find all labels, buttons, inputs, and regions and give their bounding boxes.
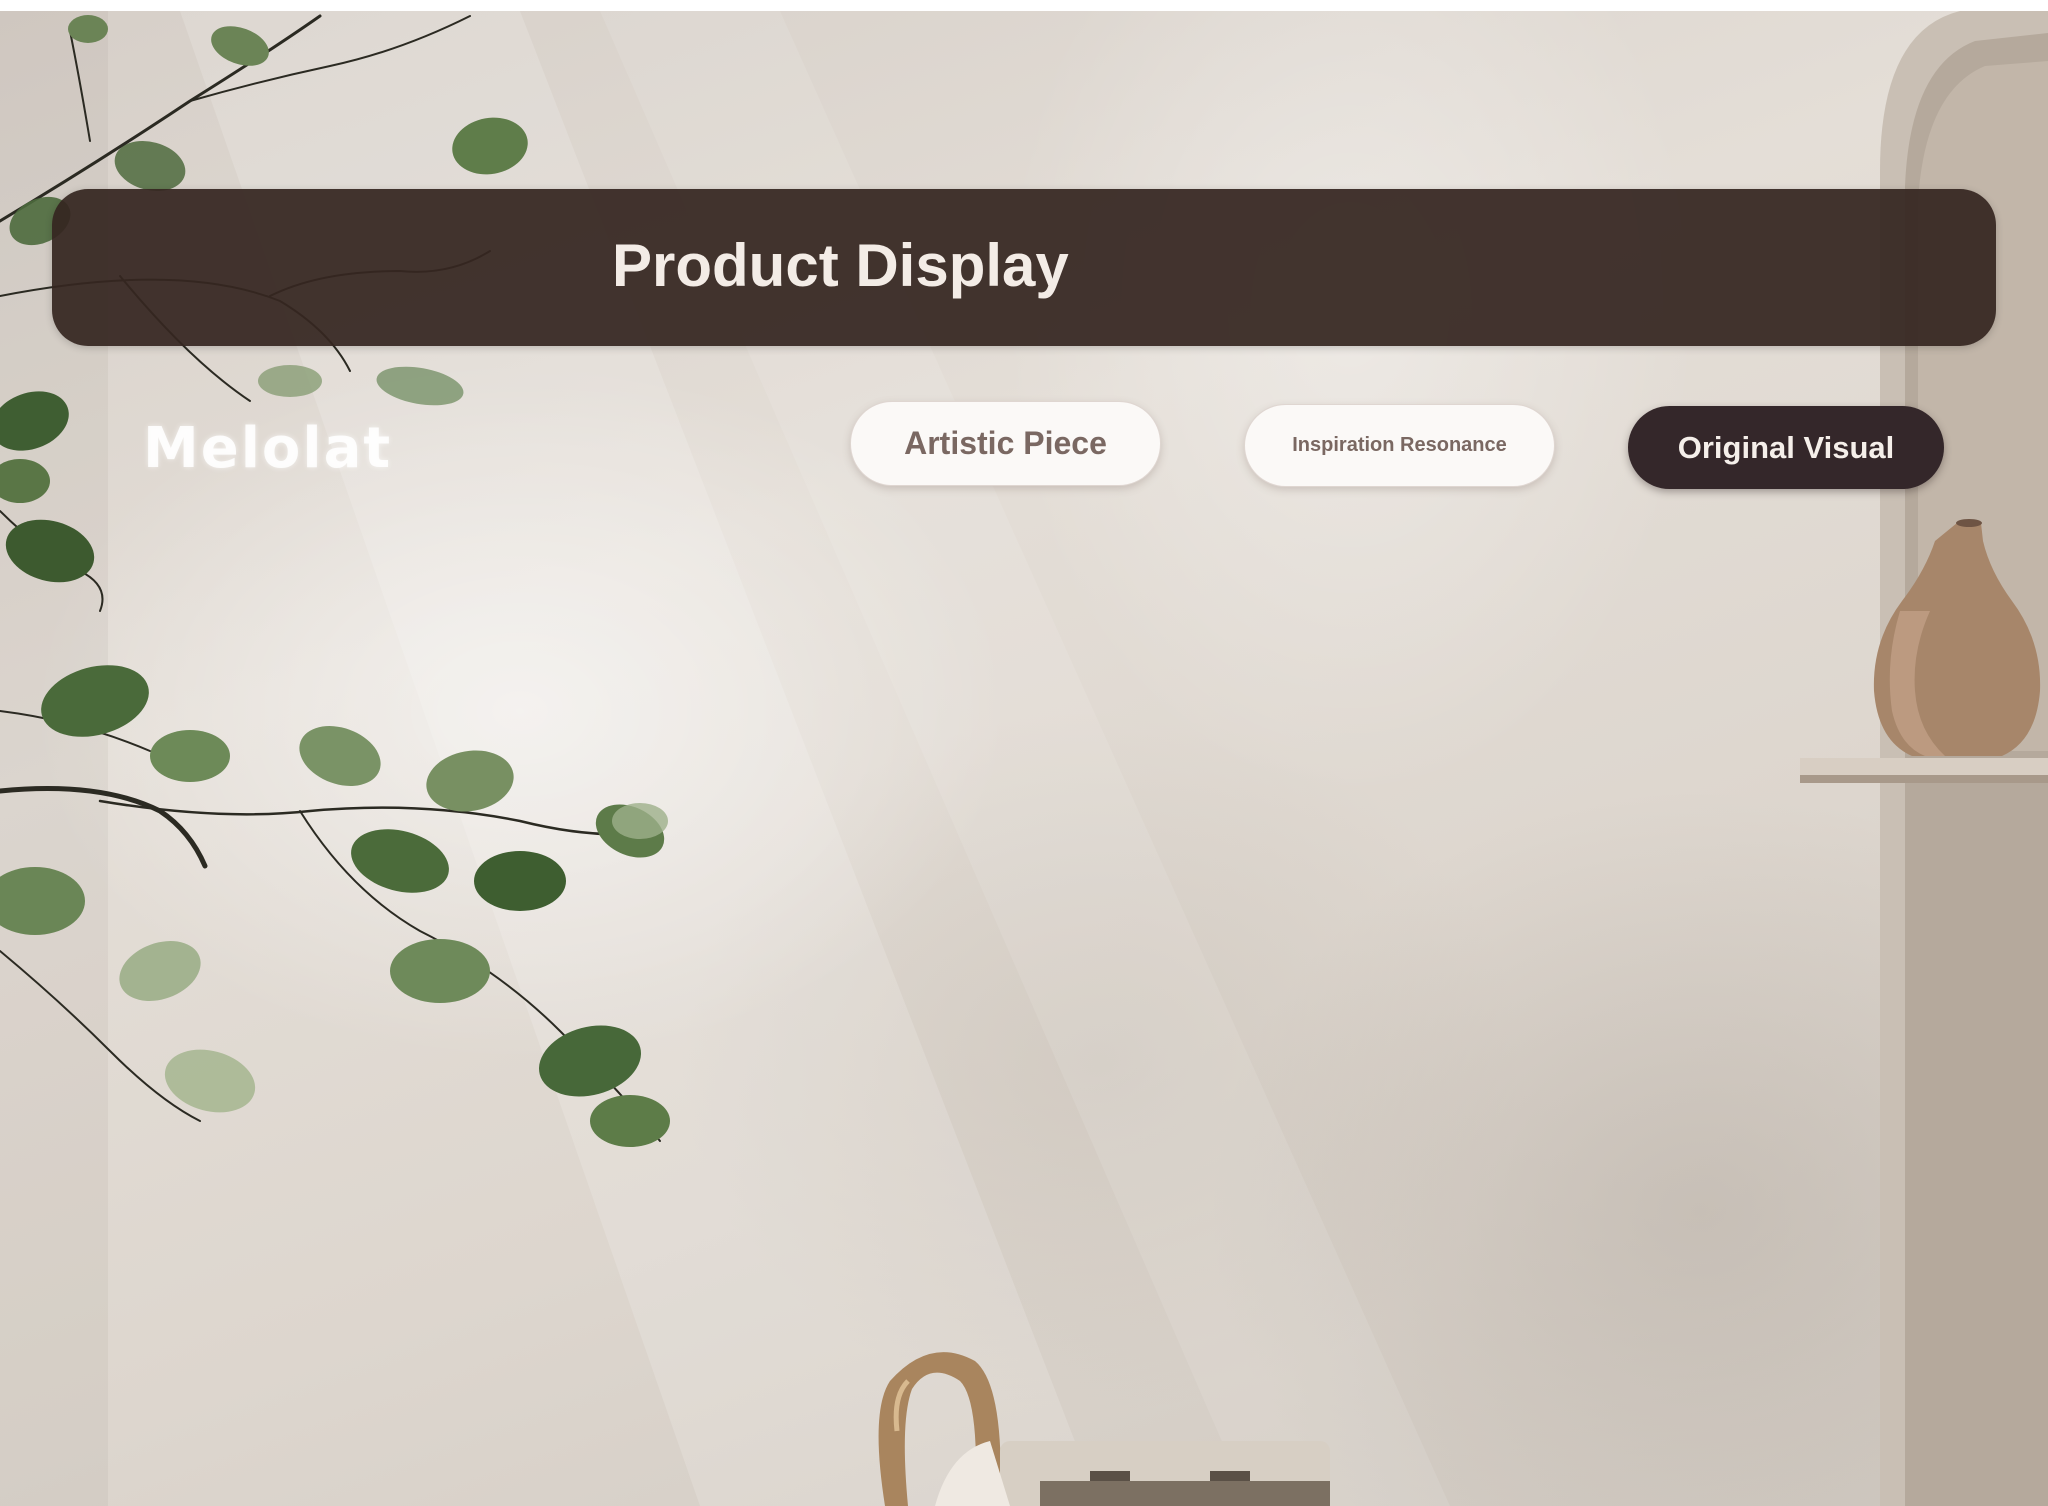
- artistic-piece-button[interactable]: Artistic Piece: [850, 401, 1161, 486]
- page-title: Product Display: [612, 232, 1069, 299]
- top-edge-strip: [0, 0, 2048, 11]
- original-visual-button[interactable]: Original Visual: [1628, 406, 1944, 489]
- brand-logo[interactable]: Melolat: [143, 416, 392, 481]
- product-display-page: Product Display Melolat Artistic Piece I…: [0, 0, 2048, 1506]
- inspiration-resonance-button[interactable]: Inspiration Resonance: [1244, 404, 1555, 487]
